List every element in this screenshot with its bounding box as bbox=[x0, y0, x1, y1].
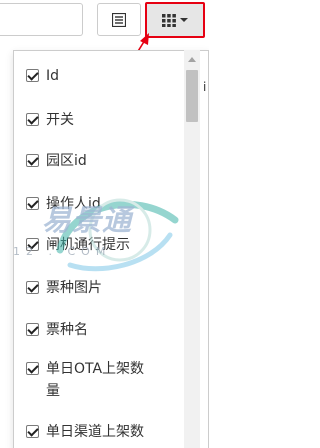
column-option-daily-ota-listing[interactable]: 单日OTA上架数量 bbox=[26, 358, 154, 402]
column-option-ticket-name[interactable]: 票种名 bbox=[26, 319, 88, 341]
scrollbar-thumb[interactable] bbox=[186, 70, 198, 122]
checkbox[interactable] bbox=[26, 154, 39, 167]
chevron-down-icon bbox=[180, 18, 188, 22]
column-option-label: 单日渠道上架数 bbox=[46, 424, 144, 440]
column-option-label: 单日OTA上架数量 bbox=[46, 361, 145, 399]
column-option-id[interactable]: Id bbox=[26, 65, 59, 87]
list-view-icon bbox=[112, 12, 126, 27]
checkbox[interactable] bbox=[26, 197, 39, 210]
column-option-label: 操作人id bbox=[46, 196, 101, 212]
checkbox[interactable] bbox=[26, 425, 39, 438]
background-cut-text: i bbox=[203, 80, 207, 94]
column-option-label: 票种名 bbox=[46, 322, 88, 338]
checkbox[interactable] bbox=[26, 362, 39, 375]
column-option-label: 开关 bbox=[46, 112, 74, 128]
column-option-switch[interactable]: 开关 bbox=[26, 109, 74, 131]
watermark-domain: 12 . COM bbox=[13, 245, 112, 258]
grid-icon bbox=[162, 14, 176, 27]
checkbox[interactable] bbox=[26, 323, 39, 336]
checkbox[interactable] bbox=[26, 281, 39, 294]
column-option-label: 票种图片 bbox=[46, 280, 102, 296]
column-option-label: Id bbox=[46, 68, 60, 84]
page: Id 开关 园区id 操作人id 闸机通行提示 票种图片 票种名 单日OTA上架… bbox=[0, 0, 209, 448]
checkbox[interactable] bbox=[26, 113, 39, 126]
column-option-park-id[interactable]: 园区id bbox=[26, 150, 87, 172]
column-option-operator-id[interactable]: 操作人id bbox=[26, 193, 101, 215]
column-option-daily-channel-listing[interactable]: 单日渠道上架数 bbox=[26, 421, 144, 443]
scroll-up-icon[interactable] bbox=[188, 57, 196, 62]
column-option-ticket-image[interactable]: 票种图片 bbox=[26, 277, 102, 299]
search-input[interactable] bbox=[0, 3, 83, 36]
checkbox[interactable] bbox=[26, 69, 39, 82]
column-option-label: 园区id bbox=[46, 153, 87, 169]
